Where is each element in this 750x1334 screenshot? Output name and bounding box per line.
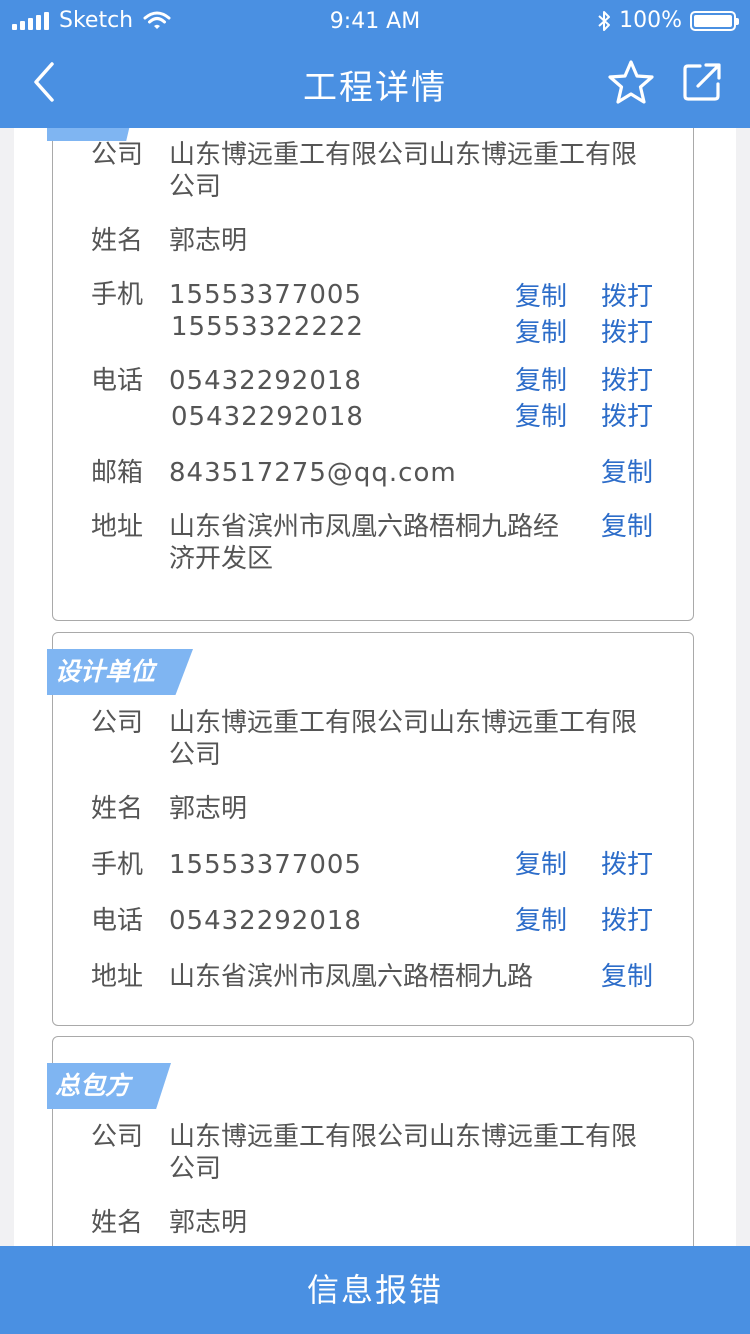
company-label: 公司 <box>91 708 144 738</box>
name-value: 郭志明 <box>169 794 248 824</box>
share-icon[interactable] <box>680 60 724 104</box>
mobile-label: 手机 <box>91 280 144 310</box>
contact-card: 设计单位 公司 山东博远重工有限公司山东博远重工有限公司 姓名 郭志明 手机 1… <box>47 632 694 1026</box>
content-scroll[interactable]: 公司 山东博远重工有限公司山东博远重工有限公司 姓名 郭志明 手机 155533… <box>14 128 736 1246</box>
company-label: 公司 <box>91 1122 144 1152</box>
phone-value: 05432292018 <box>171 402 364 432</box>
contact-card: 总包方 公司 山东博远重工有限公司山东博远重工有限公司 姓名 郭志明 <box>47 1036 694 1246</box>
battery-percent: 100% <box>619 8 682 33</box>
dial-button[interactable]: 拨打 <box>601 317 653 349</box>
phone-value: 05432292018 <box>169 906 362 936</box>
company-row: 公司 山东博远重工有限公司山东博远重工有限公司 <box>91 707 653 771</box>
nav-bar: 工程详情 <box>0 40 750 128</box>
mobile-value: 15553377005 <box>169 850 362 880</box>
dial-button[interactable]: 拨打 <box>601 401 653 433</box>
mobile-value: 15553322222 <box>171 312 364 342</box>
name-label: 姓名 <box>91 794 144 824</box>
header: Sketch 9:41 AM 100% 工程详情 <box>0 0 750 128</box>
copy-button[interactable]: 复制 <box>515 849 567 881</box>
phone-value: 05432292018 <box>169 366 362 396</box>
dial-button[interactable]: 拨打 <box>601 849 653 881</box>
copy-button[interactable]: 复制 <box>515 281 567 313</box>
company-row: 公司 山东博远重工有限公司山东博远重工有限公司 <box>91 139 653 203</box>
name-value: 郭志明 <box>169 1208 248 1238</box>
email-value: 843517275@qq.com <box>169 458 457 488</box>
address-row: 地址 山东省滨州市凤凰六路梧桐九路经济开发区 复制 <box>91 511 653 575</box>
address-label: 地址 <box>91 962 144 992</box>
copy-button[interactable]: 复制 <box>515 365 567 397</box>
mobile-label: 手机 <box>91 850 144 880</box>
company-value: 山东博远重工有限公司山东博远重工有限公司 <box>169 708 638 770</box>
copy-button[interactable]: 复制 <box>601 457 653 489</box>
star-icon[interactable] <box>606 58 656 108</box>
dial-button[interactable]: 拨打 <box>601 365 653 397</box>
copy-button[interactable]: 复制 <box>515 317 567 349</box>
contact-card: 公司 山东博远重工有限公司山东博远重工有限公司 姓名 郭志明 手机 155533… <box>47 128 694 621</box>
company-label: 公司 <box>91 140 144 170</box>
report-error-button[interactable]: 信息报错 <box>0 1246 750 1334</box>
email-label: 邮箱 <box>91 458 144 488</box>
card-tag: 设计单位 <box>47 649 193 695</box>
company-row: 公司 山东博远重工有限公司山东博远重工有限公司 <box>91 1121 653 1185</box>
copy-button[interactable]: 复制 <box>601 961 653 993</box>
company-value: 山东博远重工有限公司山东博远重工有限公司 <box>169 140 638 202</box>
card-tag: 总包方 <box>47 1063 171 1109</box>
address-value: 山东省滨州市凤凰六路梧桐九路经济开发区 <box>169 512 560 574</box>
copy-button[interactable]: 复制 <box>515 401 567 433</box>
company-value: 山东博远重工有限公司山东博远重工有限公司 <box>169 1122 638 1184</box>
mobile-value: 15553377005 <box>169 280 362 310</box>
dial-button[interactable]: 拨打 <box>601 281 653 313</box>
bluetooth-icon <box>598 10 611 31</box>
phone-row: 电话 05432292018 05432292018 复制 拨打 复制 拨打 <box>91 365 653 437</box>
phone-label: 电话 <box>91 906 144 936</box>
phone-label: 电话 <box>91 366 144 396</box>
name-label: 姓名 <box>91 226 144 256</box>
dial-button[interactable]: 拨打 <box>601 905 653 937</box>
copy-button[interactable]: 复制 <box>515 905 567 937</box>
status-bar: Sketch 9:41 AM 100% <box>0 0 750 40</box>
address-value: 山东省滨州市凤凰六路梧桐九路 <box>169 962 534 992</box>
mobile-row: 手机 15553377005 15553322222 复制 拨打 复制 拨打 <box>91 279 653 351</box>
address-label: 地址 <box>91 512 144 542</box>
copy-button[interactable]: 复制 <box>601 511 653 543</box>
name-value: 郭志明 <box>169 226 248 256</box>
name-label: 姓名 <box>91 1208 144 1238</box>
battery-icon <box>690 10 739 31</box>
